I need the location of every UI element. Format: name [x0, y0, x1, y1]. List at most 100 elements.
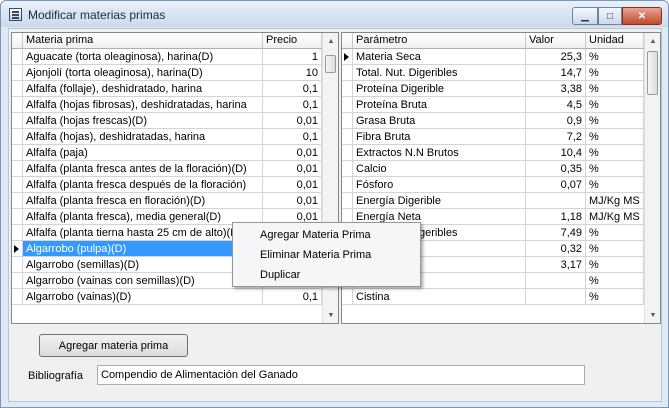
row-selector[interactable] [12, 113, 23, 129]
right-grid-scrollbar[interactable]: ▲ ▼ [644, 33, 660, 323]
valor-cell[interactable]: 1,18 [526, 209, 586, 225]
unidad-cell[interactable]: % [586, 225, 644, 241]
valor-cell[interactable]: 7,2 [526, 129, 586, 145]
column-header-valor[interactable]: Valor [526, 33, 586, 49]
materia-prima-cell[interactable]: Alfalfa (planta fresca antes de la flora… [23, 161, 263, 177]
unidad-cell[interactable]: MJ/Kg MS [586, 193, 644, 209]
valor-cell[interactable]: 0,32 [526, 241, 586, 257]
valor-cell[interactable] [526, 273, 586, 289]
scroll-down-icon[interactable]: ▼ [323, 307, 338, 323]
materia-prima-cell[interactable]: Alfalfa (hojas frescas)(D) [23, 113, 263, 129]
column-header-unidad[interactable]: Unidad [586, 33, 644, 49]
valor-cell[interactable]: 4,5 [526, 97, 586, 113]
parametro-cell[interactable]: Cistina [353, 289, 526, 305]
unidad-cell[interactable]: % [586, 161, 644, 177]
row-selector[interactable] [342, 49, 353, 65]
valor-cell[interactable]: 0,35 [526, 161, 586, 177]
precio-cell[interactable]: 0,01 [263, 177, 322, 193]
precio-cell[interactable]: 1 [263, 49, 322, 65]
scroll-thumb[interactable] [325, 55, 336, 73]
valor-cell[interactable]: 14,7 [526, 65, 586, 81]
materia-prima-cell[interactable]: Algarrobo (vainas)(D) [23, 289, 263, 305]
parametro-cell[interactable]: Calcio [353, 161, 526, 177]
row-selector[interactable] [12, 49, 23, 65]
parametro-cell[interactable]: Grasa Bruta [353, 113, 526, 129]
row-selector[interactable] [342, 193, 353, 209]
parametro-cell[interactable]: Proteína Digerible [353, 81, 526, 97]
row-selector[interactable] [342, 97, 353, 113]
parametro-cell[interactable]: Proteína Bruta [353, 97, 526, 113]
precio-cell[interactable]: 0,01 [263, 145, 322, 161]
minimize-button[interactable]: ▁ [572, 7, 598, 25]
materia-prima-cell[interactable]: Algarrobo (vainas con semillas)(D) [23, 273, 263, 289]
unidad-cell[interactable]: % [586, 113, 644, 129]
title-bar[interactable]: Modificar materias primas ▁ □ ✕ [1, 1, 668, 27]
menu-item-duplicar[interactable]: Duplicar [235, 265, 418, 285]
valor-cell[interactable]: 0,07 [526, 177, 586, 193]
row-selector[interactable] [342, 65, 353, 81]
materia-prima-cell[interactable]: Alfalfa (planta fresca en floración)(D) [23, 193, 263, 209]
unidad-cell[interactable]: % [586, 65, 644, 81]
precio-cell[interactable]: 0,1 [263, 97, 322, 113]
unidad-cell[interactable]: % [586, 177, 644, 193]
valor-cell[interactable] [526, 289, 586, 305]
menu-item-eliminar[interactable]: Eliminar Materia Prima [235, 245, 418, 265]
row-selector[interactable] [12, 97, 23, 113]
menu-item-agregar[interactable]: Agregar Materia Prima [235, 225, 418, 245]
unidad-cell[interactable]: % [586, 81, 644, 97]
precio-cell[interactable]: 0,01 [263, 113, 322, 129]
unidad-cell[interactable]: % [586, 145, 644, 161]
valor-cell[interactable] [526, 193, 586, 209]
row-selector[interactable] [342, 81, 353, 97]
row-selector[interactable] [12, 209, 23, 225]
precio-cell[interactable]: 0,01 [263, 193, 322, 209]
scroll-up-icon[interactable]: ▲ [323, 33, 338, 49]
row-selector[interactable] [342, 161, 353, 177]
valor-cell[interactable]: 3,17 [526, 257, 586, 273]
unidad-cell[interactable]: % [586, 241, 644, 257]
precio-cell[interactable]: 0,1 [263, 129, 322, 145]
materia-prima-cell[interactable]: Aguacate (torta oleaginosa), harina(D) [23, 49, 263, 65]
row-selector[interactable] [12, 225, 23, 241]
unidad-cell[interactable]: % [586, 289, 644, 305]
row-selector[interactable] [12, 193, 23, 209]
bibliography-input[interactable] [97, 365, 585, 385]
row-selector[interactable] [12, 65, 23, 81]
row-selector[interactable] [12, 81, 23, 97]
row-selector[interactable] [342, 289, 353, 305]
precio-cell[interactable]: 0,01 [263, 161, 322, 177]
column-header-precio[interactable]: Precio [263, 33, 322, 49]
valor-cell[interactable]: 25,3 [526, 49, 586, 65]
row-selector[interactable] [12, 129, 23, 145]
materia-prima-cell[interactable]: Ajonjolí (torta oleaginosa), harina(D) [23, 65, 263, 81]
materia-prima-cell[interactable]: Alfalfa (planta tierna hasta 25 cm de al… [23, 225, 263, 241]
row-selector[interactable] [342, 177, 353, 193]
valor-cell[interactable]: 0,9 [526, 113, 586, 129]
unidad-cell[interactable]: % [586, 257, 644, 273]
row-selector[interactable] [12, 273, 23, 289]
materia-prima-cell[interactable]: Alfalfa (planta fresca), media general(D… [23, 209, 263, 225]
parametro-cell[interactable]: Energía Digerible [353, 193, 526, 209]
row-selector[interactable] [342, 129, 353, 145]
close-button[interactable]: ✕ [622, 7, 662, 25]
materia-prima-cell[interactable]: Alfalfa (hojas fibrosas), deshidratadas,… [23, 97, 263, 113]
column-header-parametro[interactable]: Parámetro [353, 33, 526, 49]
scroll-down-icon[interactable]: ▼ [645, 307, 660, 323]
precio-cell[interactable]: 10 [263, 65, 322, 81]
column-header-materia-prima[interactable]: Materia prima [23, 33, 263, 49]
scroll-up-icon[interactable]: ▲ [645, 33, 660, 49]
add-materia-prima-button[interactable]: Agregar materia prima [39, 334, 188, 357]
materia-prima-cell[interactable]: Algarrobo (pulpa)(D) [23, 241, 263, 257]
unidad-cell[interactable]: % [586, 273, 644, 289]
row-selector[interactable] [12, 161, 23, 177]
parametro-cell[interactable]: Materia Seca [353, 49, 526, 65]
maximize-button[interactable]: □ [598, 7, 622, 25]
materia-prima-cell[interactable]: Alfalfa (hojas), deshidratadas, harina [23, 129, 263, 145]
row-selector[interactable] [342, 113, 353, 129]
valor-cell[interactable]: 3,38 [526, 81, 586, 97]
row-selector[interactable] [12, 177, 23, 193]
row-selector[interactable] [12, 289, 23, 305]
scroll-thumb[interactable] [647, 51, 658, 95]
valor-cell[interactable]: 7,49 [526, 225, 586, 241]
valor-cell[interactable]: 10,4 [526, 145, 586, 161]
